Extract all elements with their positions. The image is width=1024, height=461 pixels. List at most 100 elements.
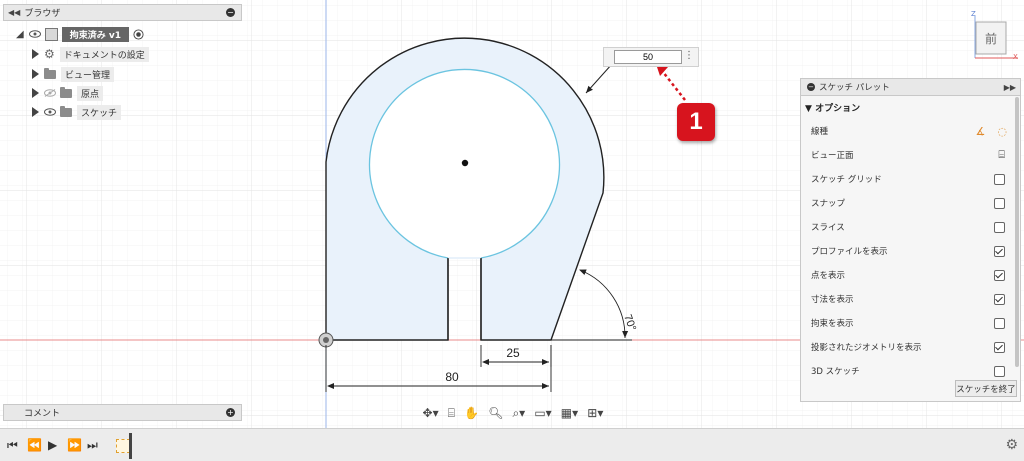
- comment-title: コメント: [24, 409, 61, 419]
- grid-settings-icon[interactable]: ▦▾: [561, 406, 578, 420]
- palette-row-linetype[interactable]: 線種 ∡ ◌: [811, 122, 1011, 140]
- browser-item-view-manager[interactable]: ビュー管理: [32, 66, 115, 82]
- palette-row-label: 3D スケッチ: [811, 367, 860, 377]
- zoom-window-icon[interactable]: ⌕▾: [512, 406, 525, 421]
- palette-row-label: スライス: [811, 223, 845, 233]
- palette-row-label: 寸法を表示: [811, 295, 854, 305]
- palette-row-snap[interactable]: スナップ: [811, 194, 1011, 212]
- browser-item-label: スケッチ: [77, 104, 122, 120]
- expand-icon[interactable]: [32, 49, 39, 59]
- display-settings-icon[interactable]: ▭▾: [534, 406, 551, 420]
- dimension-input[interactable]: [614, 50, 682, 64]
- eye-icon[interactable]: [28, 30, 41, 38]
- step-back-icon[interactable]: ⏪: [27, 438, 42, 452]
- checkbox-slice[interactable]: [994, 221, 1005, 233]
- folder-icon: [44, 67, 56, 79]
- palette-row-grid[interactable]: スケッチ グリッド: [811, 170, 1011, 188]
- checkbox-sketch-grid[interactable]: [994, 173, 1005, 185]
- palette-row-show-constraints[interactable]: 拘束を表示: [811, 314, 1011, 332]
- palette-row-label: スケッチ グリッド: [811, 175, 882, 185]
- collapse-down-icon: ▼: [805, 104, 812, 114]
- svg-text:X: X: [1013, 53, 1018, 61]
- palette-row-show-projected[interactable]: 投影されたジオメトリを表示: [811, 338, 1011, 356]
- finish-sketch-button[interactable]: スケッチを終了: [955, 380, 1017, 397]
- palette-row-label: 投影されたジオメトリを表示: [811, 343, 922, 353]
- palette-row-show-dimensions[interactable]: 寸法を表示: [811, 290, 1011, 308]
- browser-item-origin[interactable]: 原点: [32, 85, 104, 101]
- checkbox-show-dimensions[interactable]: [994, 293, 1005, 305]
- checkbox-3d-sketch[interactable]: [994, 365, 1005, 377]
- browser-panel-header[interactable]: ◀◀ ブラウザ −: [3, 4, 242, 21]
- palette-row-show-points[interactable]: 点を表示: [811, 266, 1011, 284]
- dimension-input-container: ⋮: [603, 47, 699, 67]
- checkbox-snap[interactable]: [994, 197, 1005, 209]
- svg-text:Z: Z: [971, 10, 976, 18]
- construction-line-icon[interactable]: ∡: [976, 125, 986, 138]
- palette-row-slice[interactable]: スライス: [811, 218, 1011, 236]
- go-to-end-icon[interactable]: ⏭: [87, 438, 98, 453]
- palette-scrollbar[interactable]: [1015, 97, 1019, 367]
- step-badge: 1: [677, 103, 715, 141]
- centerline-icon[interactable]: ◌: [997, 125, 1007, 138]
- folder-icon: [60, 86, 72, 98]
- browser-item-label: ビュー管理: [61, 66, 115, 82]
- browser-toggle-icon[interactable]: −: [226, 8, 235, 17]
- browser-item-label: 原点: [77, 85, 104, 101]
- view-cube-face-label[interactable]: 前: [985, 31, 997, 46]
- gear-icon: ⚙: [44, 47, 55, 61]
- timeline-sketch-feature[interactable]: [116, 439, 130, 453]
- navigation-toolbar: ✥▾ ⌸ ✋ 🔍︎ ⌕▾ ▭▾ ▦▾ ⊞▾: [418, 403, 608, 423]
- palette-header[interactable]: − スケッチ パレット ▶▶: [801, 79, 1020, 96]
- orbit-icon[interactable]: ✥▾: [423, 406, 439, 420]
- expand-open-icon[interactable]: ◢: [16, 29, 24, 40]
- play-icon[interactable]: ▶: [48, 438, 57, 452]
- step-forward-icon[interactable]: ⏩: [67, 438, 82, 452]
- browser-item-document-settings[interactable]: ⚙ ドキュメントの設定: [32, 46, 149, 62]
- timeline-settings-gear-icon[interactable]: ⚙: [1005, 437, 1018, 453]
- more-icon[interactable]: ⋮: [684, 50, 694, 61]
- radio-active-icon[interactable]: [133, 28, 144, 40]
- palette-row-3d-sketch[interactable]: 3D スケッチ: [811, 362, 1011, 380]
- dimension-80-label[interactable]: 80: [445, 370, 459, 384]
- browser-item-label: ドキュメントの設定: [59, 46, 149, 62]
- checkbox-show-points[interactable]: [994, 269, 1005, 281]
- collapse-left-icon[interactable]: ◀◀: [8, 8, 20, 17]
- palette-toggle-icon[interactable]: −: [807, 83, 815, 91]
- checkbox-show-profile[interactable]: [994, 245, 1005, 257]
- palette-row-label: ビュー正面: [811, 151, 854, 161]
- palette-row-label: スナップ: [811, 199, 846, 209]
- timeline-marker[interactable]: [129, 433, 132, 459]
- palette-row-label: プロファイルを表示: [811, 247, 888, 257]
- comment-add-icon[interactable]: +: [226, 408, 235, 417]
- palette-expand-icon[interactable]: ▶▶: [1004, 83, 1016, 92]
- palette-row-look-at[interactable]: ビュー正面 ⌸: [811, 146, 1011, 164]
- component-icon: [44, 27, 58, 41]
- zoom-icon[interactable]: 🔍︎: [488, 406, 503, 420]
- go-to-start-icon[interactable]: ⏮: [7, 438, 18, 453]
- dimension-25-label[interactable]: 25: [506, 346, 520, 360]
- pan-hand-icon[interactable]: ✋: [464, 406, 479, 420]
- folder-icon: [60, 105, 72, 117]
- viewports-icon[interactable]: ⊞▾: [587, 406, 603, 420]
- center-point[interactable]: [461, 159, 469, 167]
- look-at-toolbar-icon[interactable]: ⌸: [448, 406, 455, 421]
- browser-root-row[interactable]: ◢ 拘束済み v1: [16, 26, 144, 42]
- checkbox-show-constraints[interactable]: [994, 317, 1005, 329]
- sketch-palette: − スケッチ パレット ▶▶ ▼ オプション 線種 ∡ ◌ ビュー正面 ⌸ スケ…: [800, 78, 1021, 402]
- timeline-bar: ⏮ ⏪ ▶ ⏩ ⏭ ⚙: [0, 428, 1024, 461]
- browser-title: ブラウザ: [24, 9, 61, 19]
- palette-title: スケッチ パレット: [819, 83, 890, 93]
- checkbox-show-projected[interactable]: [994, 341, 1005, 353]
- look-at-icon[interactable]: ⌸: [998, 148, 1005, 162]
- expand-icon[interactable]: [32, 107, 39, 117]
- comment-panel-header[interactable]: コメント +: [3, 404, 242, 421]
- expand-icon[interactable]: [32, 69, 39, 79]
- eye-hidden-icon[interactable]: [44, 89, 56, 97]
- eye-icon[interactable]: [44, 108, 56, 116]
- palette-row-show-profile[interactable]: プロファイルを表示: [811, 242, 1011, 260]
- browser-item-sketch[interactable]: スケッチ: [32, 104, 122, 120]
- palette-section-header[interactable]: ▼ オプション: [805, 101, 860, 114]
- browser-root-label[interactable]: 拘束済み v1: [61, 26, 129, 42]
- palette-row-label: 線種: [811, 127, 829, 137]
- expand-icon[interactable]: [32, 88, 39, 98]
